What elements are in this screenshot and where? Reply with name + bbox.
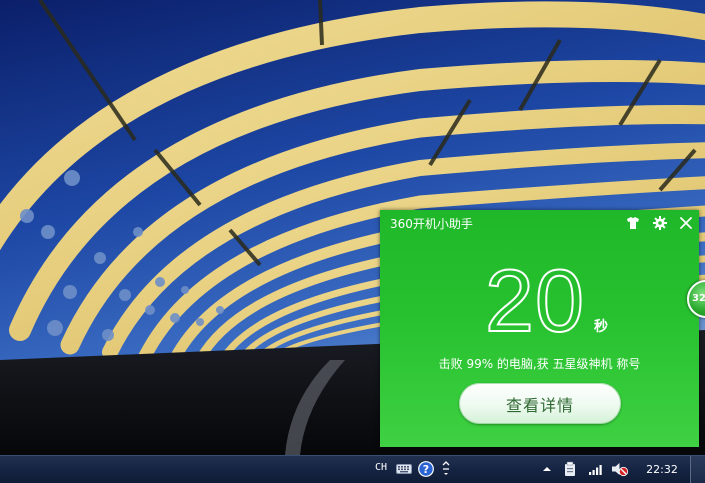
action-center-icon: [565, 461, 575, 476]
svg-text:?: ?: [423, 463, 429, 476]
taskbar-clock[interactable]: 22:32: [640, 463, 684, 476]
close-button[interactable]: [677, 214, 695, 232]
show-hidden-icons-icon: [543, 467, 551, 471]
boot-result-text: 击败 99% 的电脑,获 五星级神机 称号: [438, 357, 641, 371]
help-button[interactable]: ?: [417, 460, 435, 478]
boot-time-unit: 秒: [594, 319, 608, 335]
network-signal-icon: [589, 465, 602, 475]
show-desktop-button[interactable]: [690, 456, 705, 483]
ime-options-button[interactable]: [439, 460, 453, 478]
panel-title: 360开机小助手: [390, 217, 473, 231]
taskbar: CH ? 22:32: [0, 455, 705, 483]
volume-muted-icon: [612, 463, 629, 477]
help-icon: ?: [418, 461, 434, 477]
action-center-button[interactable]: [562, 460, 580, 478]
show-hidden-icons-button[interactable]: [540, 460, 554, 478]
skin-button[interactable]: [624, 214, 642, 232]
ime-options-icon: [442, 461, 450, 475]
view-details-button[interactable]: 查看详情: [459, 383, 621, 424]
boot-time-display: 20 秒: [380, 251, 699, 350]
gear-icon: [653, 216, 667, 230]
boot-helper-panel: 360开机小助手 20 秒 击败 99% 的电脑,获 五星级神机 称号 查看详情: [380, 210, 699, 447]
desktop-screen: 360开机小助手 20 秒 击败 99% 的电脑,获 五星级神机 称号 查看详情…: [0, 0, 705, 483]
volume-button[interactable]: [611, 460, 629, 478]
boot-time-value: 20: [484, 251, 585, 350]
keyboard-button[interactable]: [395, 460, 413, 478]
close-icon: [680, 217, 692, 229]
input-language-indicator[interactable]: CH: [375, 462, 387, 473]
settings-button[interactable]: [651, 214, 669, 232]
floating-ball-value: 32: [692, 293, 705, 304]
skin-icon: [627, 217, 639, 229]
network-button[interactable]: [587, 460, 605, 478]
keyboard-icon: [396, 464, 412, 474]
